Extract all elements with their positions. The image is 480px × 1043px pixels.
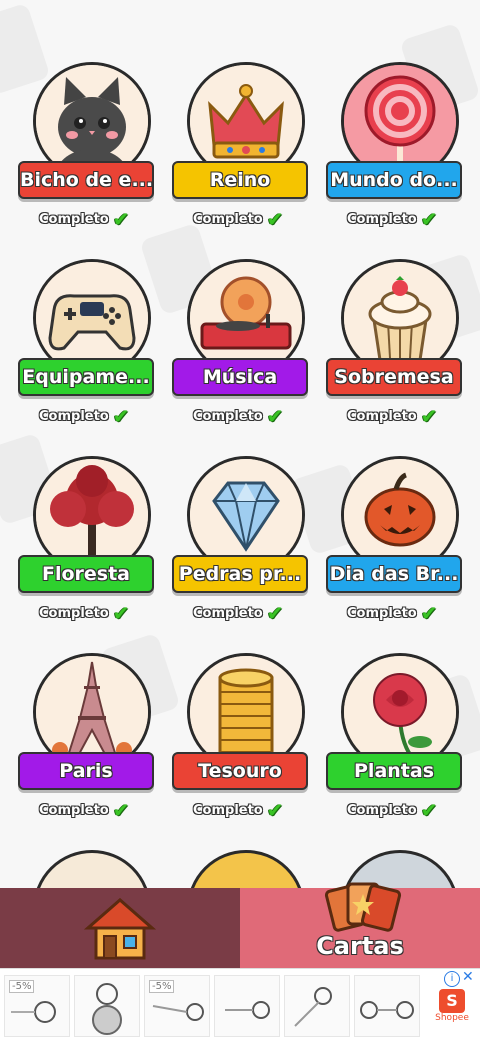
status-badge: Completo ✔ <box>39 404 130 428</box>
check-icon: ✔ <box>420 601 438 625</box>
close-icon[interactable]: ✕ <box>462 969 474 985</box>
shopee-logo[interactable]: S Shopee <box>432 989 472 1039</box>
check-icon: ✔ <box>112 207 130 231</box>
info-icon[interactable]: i <box>444 971 460 987</box>
ad-product[interactable] <box>74 975 140 1037</box>
category-card[interactable]: Equipame... Completo ✔ <box>18 259 168 439</box>
category-grid: Bicho de e... Completo ✔ Reino Completo ✔ <box>0 0 480 890</box>
category-card[interactable]: Paris Completo ✔ <box>18 653 168 833</box>
category-card[interactable]: Música Completo ✔ <box>172 259 322 439</box>
check-icon: ✔ <box>420 404 438 428</box>
nav-home-tab[interactable] <box>0 888 240 968</box>
ad-product[interactable]: -5% <box>144 975 210 1037</box>
status-badge: Completo ✔ <box>347 404 438 428</box>
shopping-bag-icon: S <box>439 989 465 1013</box>
category-label: Dia das Br... <box>326 555 462 593</box>
check-icon: ✔ <box>266 207 284 231</box>
category-card[interactable]: Reino Completo ✔ <box>172 62 322 242</box>
nav-cards-label: Cartas <box>316 932 404 960</box>
category-label: Sobremesa <box>326 358 462 396</box>
category-label: Mundo do... <box>326 161 462 199</box>
category-card[interactable]: Floresta Completo ✔ <box>18 456 168 636</box>
category-card[interactable]: Bicho de e... Completo ✔ <box>18 62 168 242</box>
category-art <box>33 850 151 890</box>
category-card[interactable]: Tesouro Completo ✔ <box>172 653 322 833</box>
status-badge: Completo ✔ <box>193 404 284 428</box>
category-label: Música <box>172 358 308 396</box>
ad-product[interactable] <box>214 975 280 1037</box>
ad-product[interactable] <box>354 975 420 1037</box>
check-icon: ✔ <box>266 601 284 625</box>
status-badge: Completo ✔ <box>39 798 130 822</box>
status-badge: Completo ✔ <box>347 207 438 231</box>
status-badge: Completo ✔ <box>193 798 284 822</box>
check-icon: ✔ <box>112 798 130 822</box>
category-label: Floresta <box>18 555 154 593</box>
check-icon: ✔ <box>266 404 284 428</box>
category-card[interactable]: Pedras pr... Completo ✔ <box>172 456 322 636</box>
nav-cards-tab[interactable]: Cartas <box>240 882 480 968</box>
check-icon: ✔ <box>420 207 438 231</box>
cards-icon <box>324 882 402 932</box>
status-badge: Completo ✔ <box>347 601 438 625</box>
chef-icon <box>187 850 305 890</box>
bottom-nav: Cartas <box>0 882 480 968</box>
check-icon: ✔ <box>112 404 130 428</box>
check-icon: ✔ <box>112 601 130 625</box>
status-badge: Completo ✔ <box>193 207 284 231</box>
category-card[interactable] <box>18 850 168 890</box>
check-icon: ✔ <box>420 798 438 822</box>
house-icon <box>84 898 156 960</box>
category-card[interactable]: Mundo do... Completo ✔ <box>326 62 476 242</box>
category-card[interactable]: Sobremesa Completo ✔ <box>326 259 476 439</box>
shopee-label: Shopee <box>435 1013 469 1023</box>
category-label: Plantas <box>326 752 462 790</box>
ad-product[interactable]: -5% <box>4 975 70 1037</box>
category-card[interactable]: Plantas Completo ✔ <box>326 653 476 833</box>
category-label: Tesouro <box>172 752 308 790</box>
category-label: Reino <box>172 161 308 199</box>
status-badge: Completo ✔ <box>39 601 130 625</box>
category-label: Pedras pr... <box>172 555 308 593</box>
category-card[interactable] <box>172 850 322 890</box>
category-label: Bicho de e... <box>18 161 154 199</box>
check-icon: ✔ <box>266 798 284 822</box>
status-badge: Completo ✔ <box>39 207 130 231</box>
status-badge: Completo ✔ <box>347 798 438 822</box>
category-card[interactable]: Dia das Br... Completo ✔ <box>326 456 476 636</box>
ad-product[interactable] <box>284 975 350 1037</box>
status-badge: Completo ✔ <box>193 601 284 625</box>
category-label: Equipame... <box>18 358 154 396</box>
ad-banner[interactable]: -5% -5% S Shopee i ✕ <box>0 968 480 1043</box>
category-label: Paris <box>18 752 154 790</box>
